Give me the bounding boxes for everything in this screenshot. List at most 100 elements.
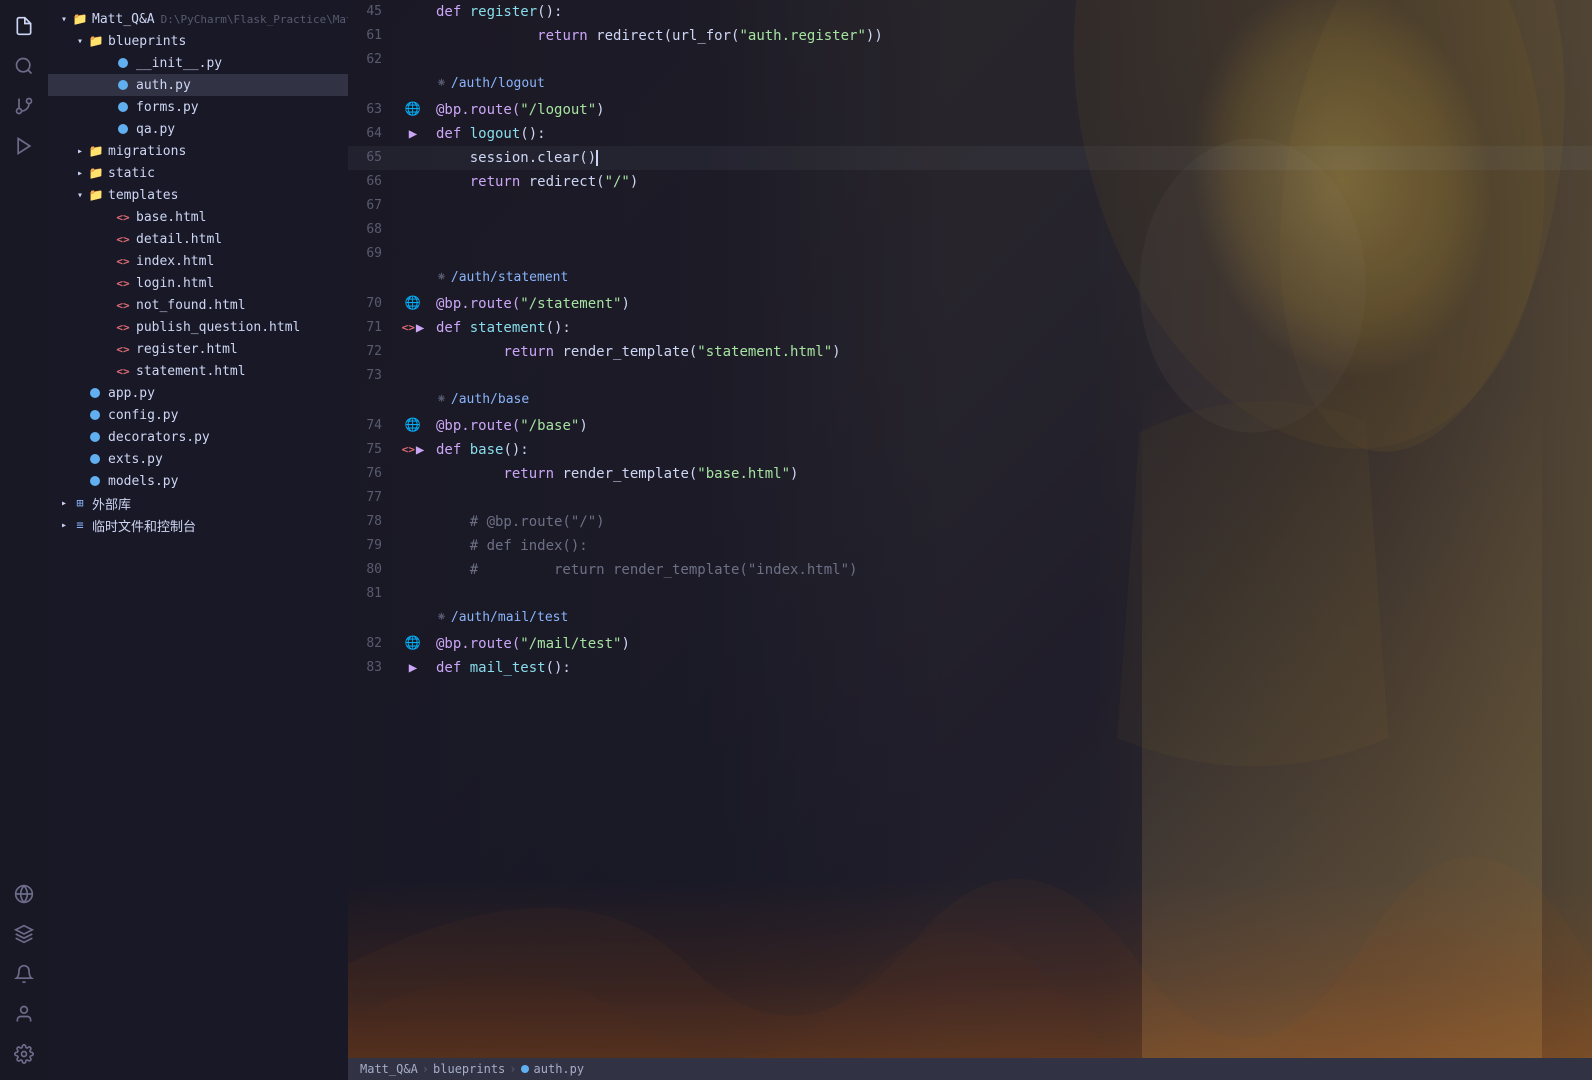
section-comment-logout: ⁕/auth/logout: [348, 72, 1592, 96]
line-num: 64: [348, 122, 398, 146]
tree-item-index-html[interactable]: ▾ <> index.html: [48, 250, 348, 272]
search-icon[interactable]: [6, 48, 42, 84]
external-libs-icon: ⊞: [72, 495, 88, 511]
folder-icon: 📁: [88, 165, 104, 181]
code-line-67: 67: [348, 194, 1592, 218]
section-label: ⁕/auth/statement: [428, 266, 1592, 290]
line-num: 68: [348, 218, 398, 242]
tree-item-models-py[interactable]: ▾ models.py: [48, 470, 348, 492]
line-content: return redirect("/"): [428, 170, 1592, 194]
layers-icon[interactable]: [6, 916, 42, 952]
line-num: 69: [348, 242, 398, 266]
line-num: 80: [348, 558, 398, 582]
notification-icon[interactable]: [6, 956, 42, 992]
py-file-icon: [88, 429, 104, 445]
tree-label-auth-py: auth.py: [136, 78, 191, 93]
html-file-icon: <>: [116, 253, 132, 269]
editor-area: 45 def register(): 61 return redirect(ur…: [348, 0, 1592, 1080]
sidebar: ▾ 📁 Matt_Q&A D:\PyCharm\Flask_Practice\M…: [48, 0, 348, 1080]
project-path: D:\PyCharm\Flask_Practice\Matt_Q&A: [161, 13, 348, 26]
tree-item-matt-qa[interactable]: ▾ 📁 Matt_Q&A D:\PyCharm\Flask_Practice\M…: [48, 8, 348, 30]
tree-item-blueprints[interactable]: ▾ 📁 blueprints: [48, 30, 348, 52]
py-file-icon: [88, 407, 104, 423]
tree-item-config-py[interactable]: ▾ config.py: [48, 404, 348, 426]
git-icon[interactable]: [6, 88, 42, 124]
arrow-icon: ▶: [398, 122, 428, 146]
tree-item-app-py[interactable]: ▾ app.py: [48, 382, 348, 404]
breadcrumb: Matt_Q&A › blueprints › auth.py: [360, 1062, 584, 1076]
tree-item-templates[interactable]: ▾ 📁 templates: [48, 184, 348, 206]
line-num: 70: [348, 292, 398, 316]
tree-label-app-py: app.py: [108, 386, 155, 401]
files-icon[interactable]: [6, 8, 42, 44]
section-comment-base: ⁕/auth/base: [348, 388, 1592, 412]
tree-item-init-py[interactable]: ▾ __init__.py: [48, 52, 348, 74]
tree-label-scratch: 临时文件和控制台: [92, 516, 196, 535]
tree-item-login-html[interactable]: ▾ <> login.html: [48, 272, 348, 294]
chevron-right-icon: ▸: [56, 495, 72, 511]
line-num: 79: [348, 534, 398, 558]
tree-item-statement-html[interactable]: ▾ <> statement.html: [48, 360, 348, 382]
tree-item-static[interactable]: ▸ 📁 static: [48, 162, 348, 184]
html-file-icon: <>: [116, 209, 132, 225]
line-num: 76: [348, 462, 398, 486]
code-editor[interactable]: 45 def register(): 61 return redirect(ur…: [348, 0, 1592, 1050]
run-icon[interactable]: [6, 128, 42, 164]
tree-item-decorators-py[interactable]: ▾ decorators.py: [48, 426, 348, 448]
code-line-81: 81: [348, 582, 1592, 606]
tree-item-exts-py[interactable]: ▾ exts.py: [48, 448, 348, 470]
line-content: @bp.route("/mail/test"): [428, 632, 1592, 656]
py-file-icon: [88, 385, 104, 401]
code-line-64: 64 ▶ def logout():: [348, 122, 1592, 146]
tree-item-migrations[interactable]: ▸ 📁 migrations: [48, 140, 348, 162]
html-file-icon: <>: [116, 319, 132, 335]
chevron-down-icon: ▾: [56, 11, 72, 27]
remote-icon[interactable]: [6, 876, 42, 912]
section-label: ⁕/auth/logout: [428, 72, 1592, 96]
code-line-70: 70 🌐 @bp.route("/statement"): [348, 292, 1592, 316]
line-content: @bp.route("/base"): [428, 414, 1592, 438]
code-line-74: 74 🌐 @bp.route("/base"): [348, 414, 1592, 438]
code-line-61: 61 return redirect(url_for("auth.registe…: [348, 24, 1592, 48]
line-content: # return render_template("index.html"): [428, 558, 1592, 582]
tree-item-external-libs[interactable]: ▸ ⊞ 外部库: [48, 492, 348, 514]
tree-label-decorators-py: decorators.py: [108, 430, 210, 445]
account-icon[interactable]: [6, 996, 42, 1032]
line-content: @bp.route("/logout"): [428, 98, 1592, 122]
code-line-69: 69: [348, 242, 1592, 266]
tree-label-statement-html: statement.html: [136, 364, 246, 379]
folder-icon: 📁: [88, 187, 104, 203]
py-file-icon: [116, 99, 132, 115]
breadcrumb-sep-1: ›: [422, 1062, 429, 1076]
tree-label-publish-question-html: publish_question.html: [136, 320, 300, 335]
folder-icon: 📁: [72, 11, 88, 27]
tree-label-matt-qa: Matt_Q&A: [92, 12, 155, 27]
tree-item-base-html[interactable]: ▾ <> base.html: [48, 206, 348, 228]
line-num: 78: [348, 510, 398, 534]
code-line-75: 75 <>▶ def base():: [348, 438, 1592, 462]
code-line-82: 82 🌐 @bp.route("/mail/test"): [348, 632, 1592, 656]
line-content: def register():: [428, 0, 1592, 24]
code-line-65: 65 session.clear(): [348, 146, 1592, 170]
tree-label-models-py: models.py: [108, 474, 178, 489]
code-line-45: 45 def register():: [348, 0, 1592, 24]
tree-item-not-found-html[interactable]: ▾ <> not_found.html: [48, 294, 348, 316]
tree-label-detail-html: detail.html: [136, 232, 222, 247]
code-line-80: 80 # return render_template("index.html"…: [348, 558, 1592, 582]
tree-label-register-html: register.html: [136, 342, 238, 357]
tree-label-base-html: base.html: [136, 210, 206, 225]
breadcrumb-blueprints: blueprints: [433, 1062, 505, 1076]
tree-item-forms-py[interactable]: ▾ forms.py: [48, 96, 348, 118]
tree-label-exts-py: exts.py: [108, 452, 163, 467]
tree-item-qa-py[interactable]: ▾ qa.py: [48, 118, 348, 140]
code-line-83: 83 ▶ def mail_test():: [348, 656, 1592, 680]
settings-icon[interactable]: [6, 1036, 42, 1072]
tree-item-auth-py[interactable]: ▾ auth.py: [48, 74, 348, 96]
tree-item-register-html[interactable]: ▾ <> register.html: [48, 338, 348, 360]
line-num: 45: [348, 0, 398, 24]
tree-item-detail-html[interactable]: ▾ <> detail.html: [48, 228, 348, 250]
chevron-right-icon: ▸: [56, 517, 72, 533]
tree-item-scratch[interactable]: ▸ ≡ 临时文件和控制台: [48, 514, 348, 536]
tree-item-publish-question-html[interactable]: ▾ <> publish_question.html: [48, 316, 348, 338]
section-comment-mail-test: ⁕/auth/mail/test: [348, 606, 1592, 630]
